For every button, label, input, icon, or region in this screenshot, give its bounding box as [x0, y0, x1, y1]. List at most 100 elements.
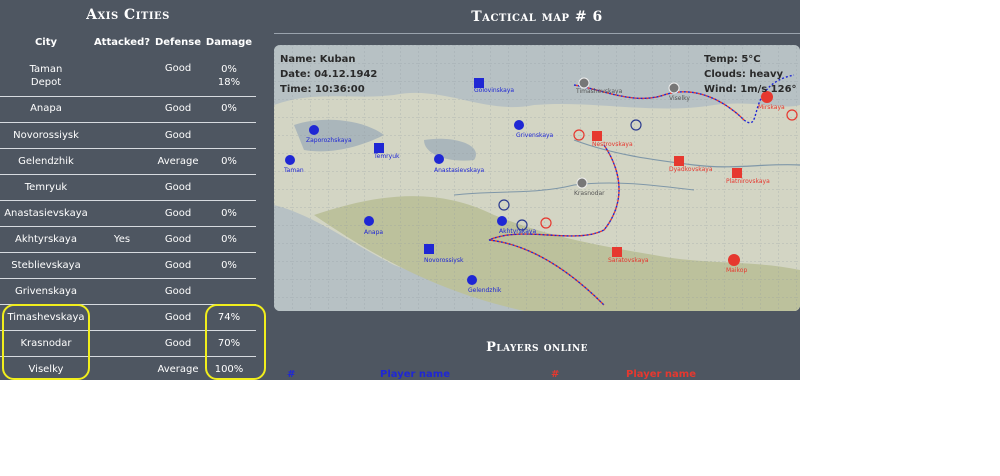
defense-value: Good	[164, 103, 192, 114]
table-row: Anastasievskaya Good 0%	[0, 201, 256, 227]
marker-gelendzhik-icon[interactable]	[467, 275, 477, 285]
table-row: Steblievskaya Good 0%	[0, 253, 256, 279]
marker-nestrovskaya-icon[interactable]	[592, 131, 602, 141]
map-label-krasnodar: Krasnodar	[574, 190, 605, 197]
marker-saratovskaya-icon[interactable]	[612, 247, 622, 257]
defense-value: Good	[164, 208, 192, 219]
city-name: Gelendzhik	[18, 156, 74, 167]
city-name: Novorossiysk	[13, 130, 79, 141]
map-date: Date: 04.12.1942	[280, 69, 378, 80]
marker-novorossiysk-icon[interactable]	[424, 244, 434, 254]
map-label-novorossiysk: Novorossiysk	[424, 257, 464, 264]
defense-value: Good	[164, 260, 192, 271]
map-label-gelendzhik: Gelendzhik	[468, 287, 502, 294]
map-label-taman: Taman	[283, 167, 304, 174]
red-player-name-header: Player name	[626, 369, 696, 380]
map-label-nestrovskaya: Nestrovskaya	[592, 141, 633, 148]
marker-akhtyrskaya-icon[interactable]	[497, 216, 507, 226]
players-online-title: Players online	[486, 340, 588, 355]
marker-taman-icon[interactable]	[285, 155, 295, 165]
table-row: Timashevskaya Good 74%	[0, 305, 256, 331]
table-row: Grivenskaya Good	[0, 279, 256, 305]
map-label-temryuk: Temryuk	[373, 153, 400, 160]
table-row: Krasnodar Good 70%	[0, 331, 256, 357]
map-label-mirskaya: Mirskaya	[758, 104, 785, 111]
damage-value: 100%	[214, 364, 244, 375]
app-window: Axis Cities City Attacked? Defense Damag…	[0, 0, 800, 380]
marker-dyadkovskaya-icon[interactable]	[674, 156, 684, 166]
table-row: Akhtyrskaya Yes Good 0%	[0, 227, 256, 253]
city-name: Viselky	[28, 364, 64, 375]
damage-value-secondary: 18%	[217, 77, 241, 88]
marker-maikop-icon[interactable]	[728, 254, 740, 266]
table-row: Taman Depot Good 0% 18%	[0, 58, 256, 97]
marker-platnirovskaya-icon[interactable]	[732, 168, 742, 178]
damage-value: 0%	[221, 64, 237, 75]
defense-value: Good	[164, 63, 192, 74]
defense-value: Average	[157, 156, 199, 167]
damage-value: 0%	[221, 260, 237, 271]
marker-anastasievskaya-icon[interactable]	[434, 154, 444, 164]
map-time: Time: 10:36:00	[280, 84, 365, 95]
city-name: Krasnodar	[20, 338, 72, 349]
col-attacked-header: Attacked?	[93, 37, 151, 48]
col-damage-header: Damage	[205, 37, 253, 48]
axis-cities-panel: Axis Cities City Attacked? Defense Damag…	[0, 0, 266, 382]
map-temp: Temp: 5°C	[704, 54, 761, 65]
city-name: Anastasievskaya	[4, 208, 88, 219]
table-row: Temryuk Good	[0, 175, 256, 201]
tactical-map[interactable]: Taman Zaporozhskaya Temryuk Golovinskaya…	[274, 45, 800, 311]
defense-value: Good	[164, 286, 192, 297]
col-city-header: City	[34, 37, 58, 48]
map-label-maikop: Maikop	[726, 267, 747, 274]
attacked-value: Yes	[113, 234, 131, 245]
city-name: Akhtyrskaya	[15, 234, 77, 245]
map-info-right: Temp: 5°C Clouds: heavy Wind: 1m/s 126°	[704, 52, 797, 97]
map-label-zaporozhskaya: Zaporozhskaya	[306, 137, 352, 144]
title-divider	[274, 33, 800, 34]
map-label-golovinskaya: Golovinskaya	[474, 87, 514, 94]
defense-value: Good	[164, 312, 192, 323]
damage-value: 0%	[221, 103, 237, 114]
blue-player-number-header: #	[287, 369, 296, 380]
city-name: Steblievskaya	[11, 260, 81, 271]
city-name: Timashevskaya	[7, 312, 85, 323]
tactical-map-title: Tactical map # 6	[471, 9, 603, 25]
cities-table-body: Taman Depot Good 0% 18% Anapa Good 0% No…	[0, 58, 256, 382]
blue-player-name-header: Player name	[380, 369, 450, 380]
city-name: Temryuk	[24, 182, 68, 193]
map-label-anapa: Anapa	[364, 229, 383, 236]
marker-zaporozhskaya-icon[interactable]	[309, 125, 319, 135]
airfield-icon[interactable]	[576, 177, 588, 189]
map-label-viselky: Viselky	[669, 95, 690, 102]
damage-value: 0%	[221, 234, 237, 245]
airfield-icon[interactable]	[578, 77, 590, 89]
airfield-icon[interactable]	[668, 82, 680, 94]
marker-temryuk-icon[interactable]	[374, 143, 384, 153]
marker-grivenskaya-icon[interactable]	[514, 120, 524, 130]
damage-value: 0%	[221, 208, 237, 219]
defense-value: Good	[164, 234, 192, 245]
red-player-number-header: #	[551, 369, 560, 380]
map-name: Name: Kuban	[280, 54, 356, 65]
map-label-saratovskaya: Saratovskaya	[608, 257, 649, 264]
city-name: Anapa	[30, 103, 62, 114]
marker-anapa-icon[interactable]	[364, 216, 374, 226]
defense-value: Average	[157, 364, 199, 375]
map-label-akhtyrskaya: Akhtyrskaya	[499, 228, 536, 235]
col-defense-header: Defense	[154, 37, 202, 48]
city-name: Grivenskaya	[14, 286, 78, 297]
table-row: Anapa Good 0%	[0, 97, 256, 123]
table-row: Gelendzhik Average 0%	[0, 149, 256, 175]
map-label-dyadkovskaya: Dyadkovskaya	[669, 166, 713, 173]
map-label-timashevskaya: Timashevskaya	[575, 88, 623, 95]
city-name: Taman	[29, 64, 63, 75]
map-label-anastasievskaya: Anastasievskaya	[434, 167, 484, 174]
defense-value: Good	[164, 182, 192, 193]
map-info-left: Name: Kuban Date: 04.12.1942 Time: 10:36…	[280, 52, 377, 97]
cities-table-header: City Attacked? Defense Damage	[0, 37, 256, 53]
axis-cities-title: Axis Cities	[86, 7, 170, 23]
map-clouds: Clouds: heavy	[704, 69, 784, 80]
table-row: Viselky Average 100%	[0, 357, 256, 382]
city-name-secondary: Depot	[30, 77, 62, 88]
